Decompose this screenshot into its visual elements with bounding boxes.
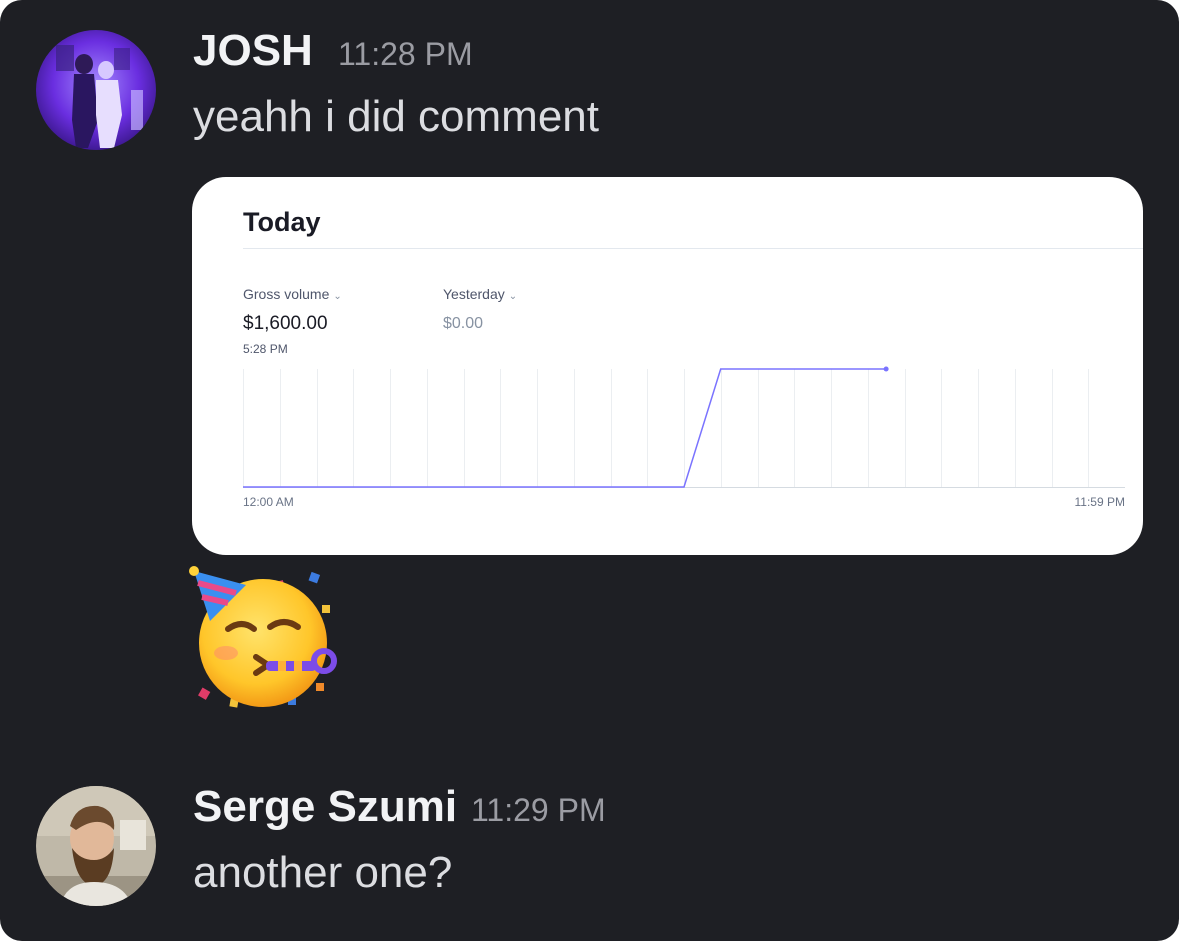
- yesterday-value: $0.00: [443, 315, 484, 332]
- x-axis-end-label: 11:59 PM: [1074, 495, 1125, 509]
- yesterday-label: Yesterday ⌄: [443, 286, 517, 302]
- timestamp-serge: 11:29 PM: [471, 792, 606, 828]
- series-line-gross-volume: [243, 368, 887, 488]
- card-divider: [243, 248, 1143, 249]
- gross-volume-label: Gross volume ⌄: [243, 286, 342, 302]
- gross-volume-chart: [243, 366, 1125, 488]
- username-josh[interactable]: JOSH: [193, 26, 313, 76]
- series-endpoint-dot: [883, 366, 889, 372]
- message-text-serge: another one?: [193, 848, 453, 897]
- image-attachment[interactable]: Today Gross volume ⌄ $1,600.00 5:28 PM Ye…: [192, 177, 1143, 555]
- chevron-down-icon: ⌄: [333, 291, 342, 302]
- yesterday-label-text: Yesterday: [443, 286, 505, 302]
- card-title: Today: [243, 207, 321, 237]
- partying-face-emoji: [188, 565, 338, 715]
- chat-window: JOSH 11:28 PM yeahh i did comment Today …: [0, 0, 1179, 941]
- gross-volume-time: 5:28 PM: [243, 342, 288, 356]
- partying-face-icon: [189, 566, 337, 708]
- avatar-josh[interactable]: [36, 30, 156, 150]
- gross-volume-value: $1,600.00: [243, 313, 328, 334]
- username-serge[interactable]: Serge Szumi: [193, 782, 457, 832]
- message-text-josh: yeahh i did comment: [193, 92, 599, 141]
- avatar-serge[interactable]: [36, 786, 156, 906]
- gross-volume-label-text: Gross volume: [243, 286, 330, 302]
- timestamp-josh: 11:28 PM: [338, 36, 473, 72]
- user-photo-icon: [36, 786, 156, 906]
- user-photo-icon: [36, 30, 156, 150]
- chevron-down-icon: ⌄: [508, 291, 518, 302]
- x-axis-start-label: 12:00 AM: [243, 495, 294, 509]
